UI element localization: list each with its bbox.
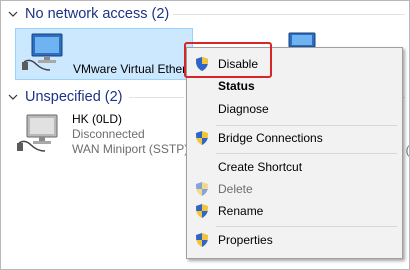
chevron-down-icon[interactable] — [7, 91, 19, 103]
connection-tile-hk[interactable]: HK (0LD) Disconnected WAN Miniport (SSTP… — [15, 111, 189, 163]
connection-name: VMware Virtual Ether — [73, 62, 187, 76]
connection-device: WAN Miniport (SSTP) — [72, 142, 189, 156]
shield-icon — [196, 182, 208, 196]
group-title: Unspecified (2) — [25, 89, 123, 105]
wan-miniport-icon — [17, 114, 58, 152]
group-header-no-network-access[interactable]: No network access (2) — [7, 4, 169, 24]
menu-item-properties[interactable]: Properties — [187, 229, 402, 251]
menu-item-label: Status — [218, 79, 255, 93]
network-connections-window: No network access (2) VMware Virtual Eth… — [0, 0, 410, 270]
menu-item-diagnose[interactable]: Diagnose — [187, 98, 402, 120]
menu-item-delete: Delete — [187, 178, 402, 200]
shield-icon — [196, 233, 208, 247]
group-divider — [173, 14, 405, 15]
group-divider — [129, 97, 184, 98]
connection-tile-vmware[interactable]: VMware Virtual Ether — [15, 28, 193, 80]
connection-name: HK (0LD) — [72, 112, 123, 126]
menu-item-label: Properties — [218, 233, 273, 247]
group-title: No network access (2) — [25, 6, 170, 22]
menu-item-create-shortcut[interactable]: Create Shortcut — [187, 156, 402, 178]
network-adapter-icon — [22, 33, 63, 71]
menu-item-label: Bridge Connections — [218, 131, 323, 145]
menu-item-label: Diagnose — [218, 102, 269, 116]
menu-separator — [216, 226, 397, 227]
shield-icon — [196, 204, 208, 218]
highlight-annotation — [184, 42, 272, 78]
menu-separator — [216, 153, 397, 154]
connection-status: Disconnected — [72, 127, 145, 141]
menu-item-bridge-connections[interactable]: Bridge Connections — [187, 127, 402, 149]
menu-item-label: Delete — [218, 182, 253, 196]
chevron-down-icon[interactable] — [7, 8, 19, 20]
menu-separator — [216, 125, 397, 126]
menu-item-label: Create Shortcut — [218, 160, 303, 174]
context-menu: Disable Status Diagnose Bridge Connectio… — [186, 47, 403, 259]
menu-item-label: Rename — [218, 204, 264, 218]
menu-item-rename[interactable]: Rename — [187, 200, 402, 222]
shield-icon — [196, 131, 208, 145]
group-header-unspecified[interactable]: Unspecified (2) — [7, 87, 123, 107]
menu-item-status[interactable]: Status — [187, 75, 402, 97]
